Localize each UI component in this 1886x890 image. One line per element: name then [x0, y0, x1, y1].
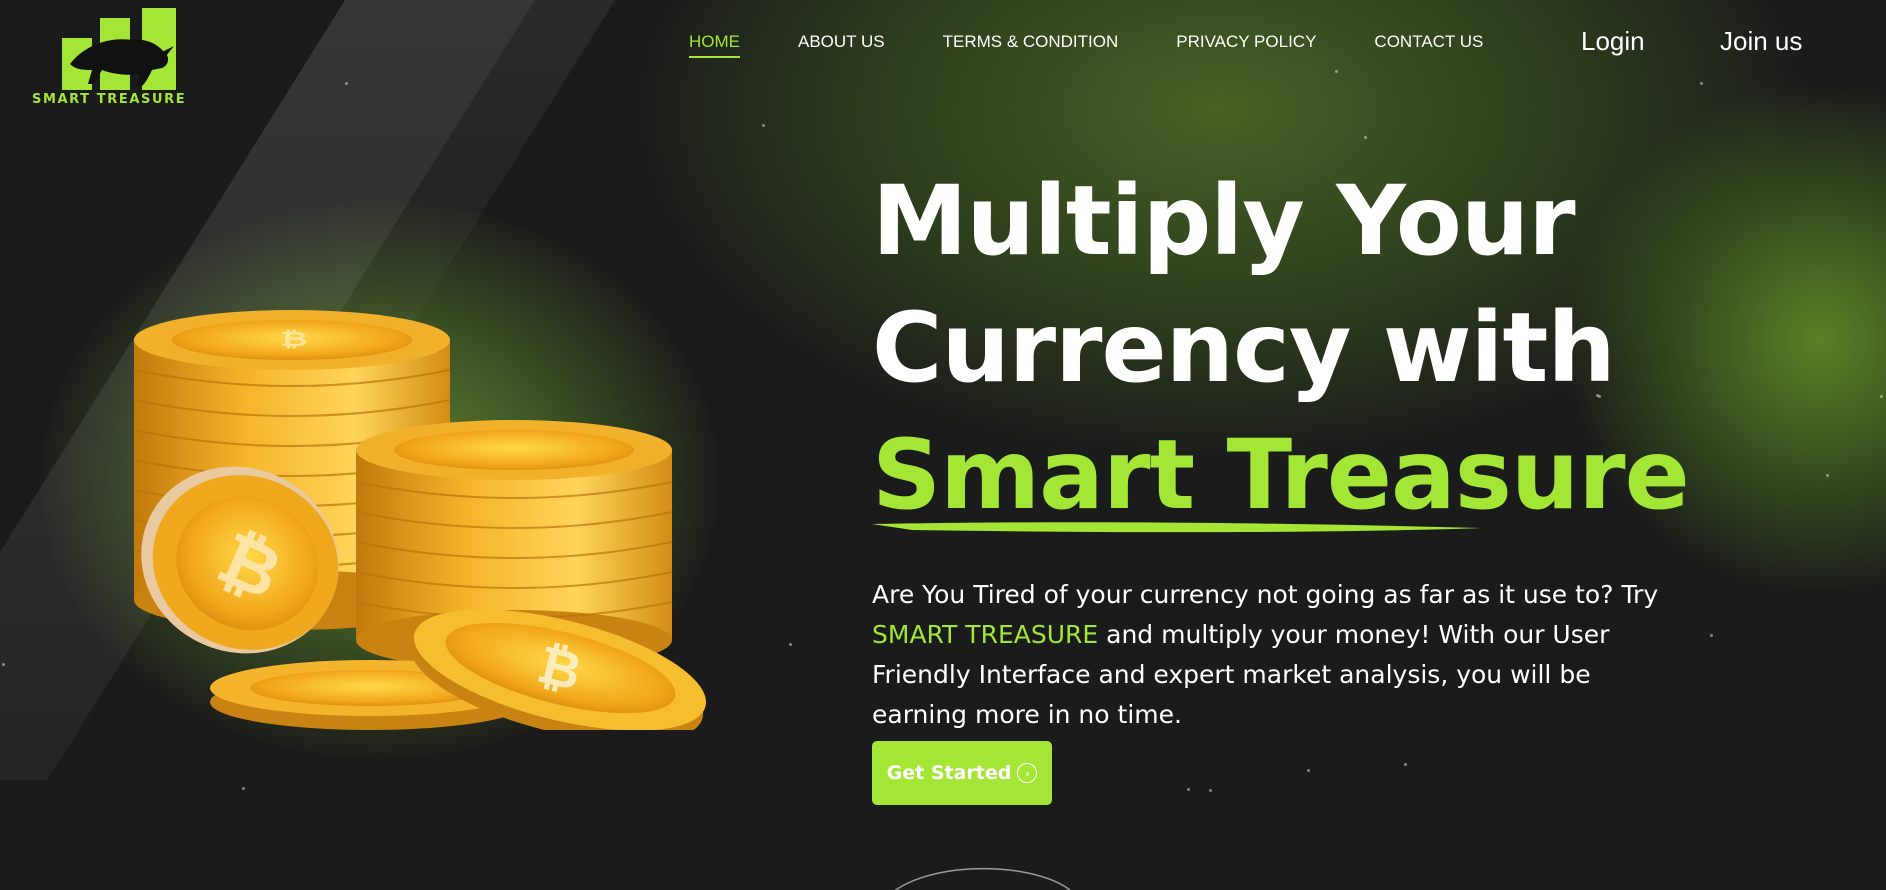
hero-description: Are You Tired of your currency not going… [872, 575, 1692, 735]
hero-description-highlight: SMART TREASURE [872, 620, 1099, 649]
logo[interactable]: SMART TREASURE [30, 8, 210, 108]
hero-line-2: Currency with [872, 292, 1616, 404]
get-started-label: Get Started [886, 762, 1012, 784]
get-started-button[interactable]: Get Started › [872, 741, 1052, 805]
brush-underline [872, 522, 1482, 533]
hero-heading: Multiply Your Currency with Smart Treasu… [872, 158, 1832, 539]
bitcoin-coins-illustration: ₿ ₿ ₿ [133, 310, 707, 730]
nav-item-contact-us[interactable]: CONTACT US [1374, 32, 1483, 58]
join-us-link[interactable]: Join us [1720, 26, 1802, 57]
hero-line-1: Multiply Your [872, 165, 1576, 277]
main-nav: HOME ABOUT US TERMS & CONDITION PRIVACY … [689, 32, 1541, 58]
chevron-right-circle-icon: › [1017, 763, 1038, 783]
logo-text: SMART TREASURE [32, 92, 187, 107]
nav-item-terms-condition[interactable]: TERMS & CONDITION [943, 32, 1119, 58]
login-link[interactable]: Login [1581, 26, 1645, 57]
svg-text:₿: ₿ [280, 327, 308, 351]
nav-item-home[interactable]: HOME [689, 32, 740, 58]
decorative-arc [894, 867, 1071, 890]
nav-item-about-us[interactable]: ABOUT US [798, 32, 885, 58]
landing-page: SMART TREASURE HOME ABOUT US TERMS & CON… [0, 0, 1886, 890]
hero-description-text-1: Are You Tired of your currency not going… [872, 580, 1659, 609]
nav-item-privacy-policy[interactable]: PRIVACY POLICY [1176, 32, 1316, 58]
logo-bull-chart-icon [62, 8, 176, 90]
